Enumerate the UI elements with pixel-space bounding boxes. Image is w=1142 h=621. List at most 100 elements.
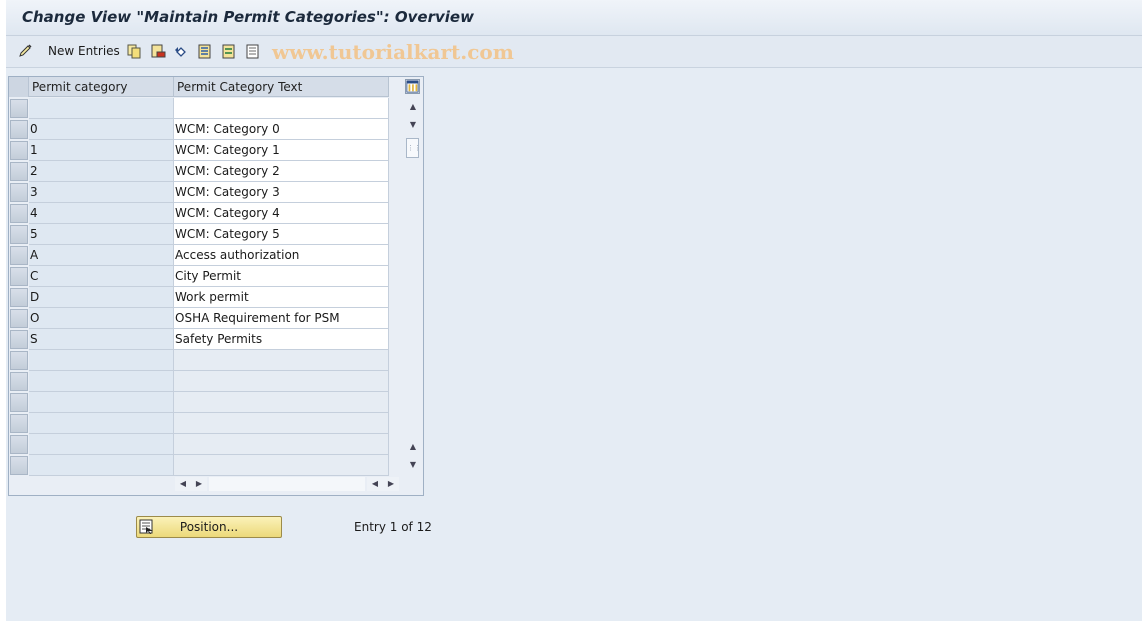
permit-category-cell: 5 — [29, 224, 174, 245]
row-selector[interactable] — [10, 393, 28, 412]
permit-category-cell: O — [29, 308, 174, 329]
permit-category-cell: D — [29, 287, 174, 308]
scroll-up-icon[interactable]: ▼ — [405, 118, 421, 132]
row-selector[interactable] — [10, 225, 28, 244]
table-row[interactable] — [9, 350, 389, 371]
permit-category-text-cell[interactable]: WCM: Category 5 — [174, 224, 389, 245]
row-selector[interactable] — [10, 99, 28, 118]
row-selector[interactable] — [10, 456, 28, 475]
watermark: www.tutorialkart.com — [272, 40, 514, 64]
table-row[interactable] — [9, 413, 389, 434]
column-header-permit-category[interactable]: Permit category — [29, 77, 174, 97]
table-row[interactable]: 5 WCM: Category 5 — [9, 224, 389, 245]
table-row[interactable] — [9, 434, 389, 455]
table-row[interactable] — [9, 455, 389, 476]
permit-category-cell[interactable] — [29, 98, 174, 119]
page-title: Change View "Maintain Permit Categories"… — [22, 8, 474, 26]
horizontal-scrollbar-column-2[interactable]: ◀ ▶ — [367, 477, 399, 491]
permit-category-text-cell — [174, 371, 389, 392]
edit-pencil-icon[interactable] — [18, 44, 33, 59]
row-selector[interactable] — [10, 351, 28, 370]
permit-category-text-cell[interactable]: Work permit — [174, 287, 389, 308]
permit-category-text-cell[interactable]: OSHA Requirement for PSM — [174, 308, 389, 329]
left-edge — [0, 0, 6, 621]
row-selector[interactable] — [10, 183, 28, 202]
row-selector[interactable] — [10, 435, 28, 454]
undo-icon[interactable] — [174, 44, 189, 59]
row-selector[interactable] — [10, 414, 28, 433]
table-settings-icon[interactable] — [405, 79, 420, 94]
permit-category-cell: A — [29, 245, 174, 266]
permit-category-cell: 1 — [29, 140, 174, 161]
copy-icon[interactable] — [127, 44, 142, 59]
scroll-page-up-icon[interactable]: ▲ — [405, 100, 421, 114]
permit-category-text-cell — [174, 350, 389, 371]
scroll-left-icon[interactable]: ◀ — [177, 477, 189, 491]
permit-category-cell: 4 — [29, 203, 174, 224]
table-row[interactable] — [9, 98, 389, 119]
scroll-right-icon[interactable]: ▶ — [193, 477, 205, 491]
new-entries-button[interactable]: New Entries — [48, 44, 120, 58]
row-selector[interactable] — [10, 288, 28, 307]
permit-category-cell — [29, 371, 174, 392]
column-header-permit-category-text[interactable]: Permit Category Text — [174, 77, 389, 97]
deselect-all-icon[interactable] — [246, 44, 261, 59]
table-row[interactable]: C City Permit — [9, 266, 389, 287]
permit-category-text-cell[interactable]: WCM: Category 0 — [174, 119, 389, 140]
permit-category-text-cell[interactable]: WCM: Category 1 — [174, 140, 389, 161]
scroll-right-icon[interactable]: ▶ — [385, 477, 397, 491]
permit-category-text-cell[interactable]: Safety Permits — [174, 329, 389, 350]
row-selector[interactable] — [10, 204, 28, 223]
table-row[interactable]: 1 WCM: Category 1 — [9, 140, 389, 161]
delete-icon[interactable] — [151, 44, 166, 59]
table-row[interactable] — [9, 371, 389, 392]
row-selector[interactable] — [10, 372, 28, 391]
table-row[interactable]: 2 WCM: Category 2 — [9, 161, 389, 182]
permit-category-text-cell — [174, 413, 389, 434]
scroll-down-icon[interactable]: ▲ — [405, 440, 421, 454]
horizontal-scroll-track[interactable] — [209, 477, 365, 491]
permit-category-text-cell[interactable]: City Permit — [174, 266, 389, 287]
row-selector[interactable] — [10, 330, 28, 349]
permit-category-text-cell[interactable]: WCM: Category 3 — [174, 182, 389, 203]
table-row[interactable] — [9, 392, 389, 413]
select-all-corner[interactable] — [9, 77, 29, 97]
permit-category-text-cell[interactable] — [174, 98, 389, 119]
table-row[interactable]: O OSHA Requirement for PSM — [9, 308, 389, 329]
permit-category-cell — [29, 434, 174, 455]
permit-category-text-cell[interactable]: Access authorization — [174, 245, 389, 266]
permit-category-text-cell[interactable]: WCM: Category 2 — [174, 161, 389, 182]
select-block-icon[interactable] — [222, 44, 237, 59]
position-button-label: Position... — [179, 520, 239, 534]
table-row[interactable]: A Access authorization — [9, 245, 389, 266]
table-rows: 0 WCM: Category 0 1 WCM: Category 1 2 WC… — [9, 98, 389, 476]
permit-category-text-cell[interactable]: WCM: Category 4 — [174, 203, 389, 224]
vertical-scrollbar[interactable]: ▲ ▼ ⋮⋮ ▲ ▼ — [405, 98, 421, 476]
row-selector[interactable] — [10, 141, 28, 160]
table-row[interactable]: 4 WCM: Category 4 — [9, 203, 389, 224]
scroll-thumb[interactable]: ⋮⋮ — [406, 138, 421, 158]
permit-category-cell — [29, 413, 174, 434]
scroll-page-down-icon[interactable]: ▼ — [405, 458, 421, 472]
scroll-left-icon[interactable]: ◀ — [369, 477, 381, 491]
row-selector[interactable] — [10, 309, 28, 328]
permit-category-text-cell — [174, 392, 389, 413]
title-bar: Change View "Maintain Permit Categories"… — [6, 0, 1142, 36]
select-all-icon[interactable] — [198, 44, 213, 59]
row-selector[interactable] — [10, 120, 28, 139]
table-control: Permit category Permit Category Text 0 W… — [8, 76, 424, 496]
permit-category-text-cell — [174, 455, 389, 476]
row-selector[interactable] — [10, 246, 28, 265]
table-row[interactable]: 0 WCM: Category 0 — [9, 119, 389, 140]
permit-category-cell: C — [29, 266, 174, 287]
row-selector[interactable] — [10, 162, 28, 181]
table-row[interactable]: D Work permit — [9, 287, 389, 308]
table-row[interactable]: S Safety Permits — [9, 329, 389, 350]
permit-category-cell — [29, 455, 174, 476]
row-selector[interactable] — [10, 267, 28, 286]
horizontal-scrollbar-column-1[interactable]: ◀ ▶ — [175, 477, 207, 491]
permit-category-cell — [29, 392, 174, 413]
position-button[interactable]: Position... — [136, 516, 282, 538]
application-toolbar: New Entries www.tutorialkart.com — [6, 36, 1142, 68]
table-row[interactable]: 3 WCM: Category 3 — [9, 182, 389, 203]
